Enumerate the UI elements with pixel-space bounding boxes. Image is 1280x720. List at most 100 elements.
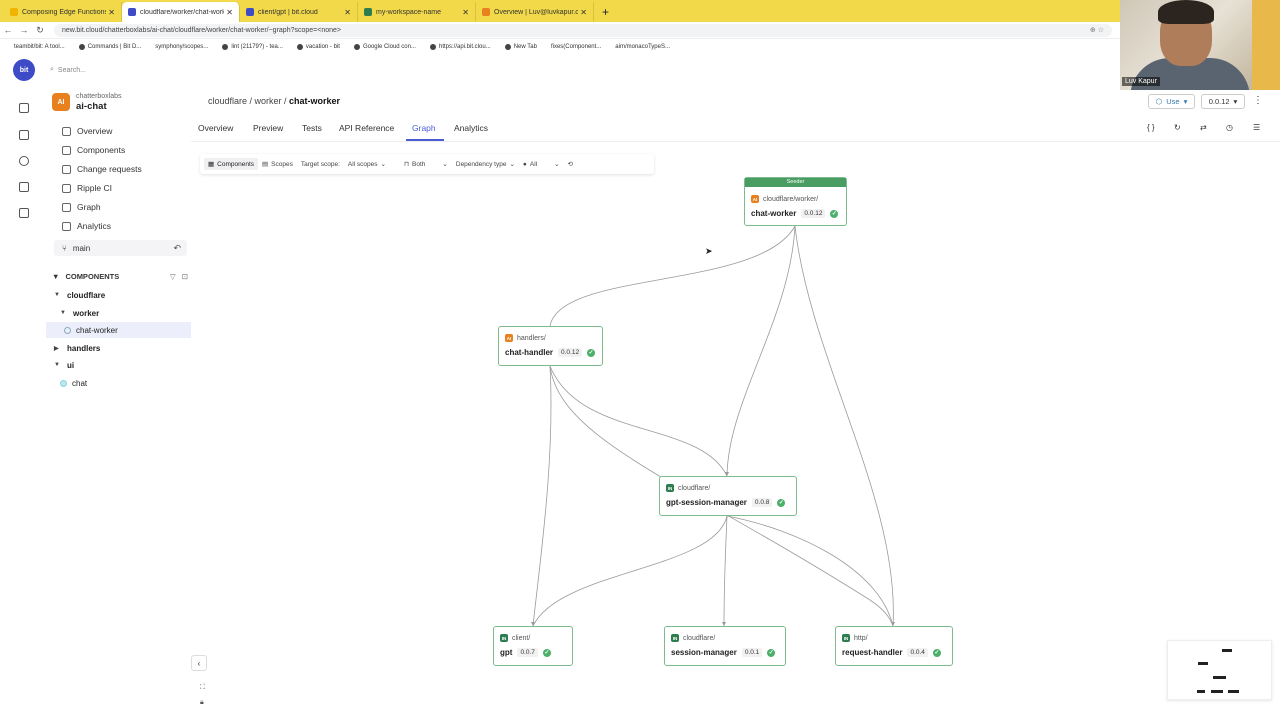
sidebar-item-change-requests[interactable]: Change requests: [62, 161, 142, 177]
refresh-icon[interactable]: ↻: [1174, 123, 1181, 132]
node-session-manager[interactable]: IN cloudflare/ session-manager 0.0.1 ✓: [664, 626, 786, 666]
tab-close-icon[interactable]: ✕: [462, 8, 469, 17]
scope-name[interactable]: ai-chat: [76, 101, 107, 112]
tab-analytics[interactable]: Analytics: [454, 123, 488, 133]
bookmark[interactable]: lint (21179?) - tea...: [222, 44, 283, 50]
bookmark[interactable]: symphony/scopes...: [155, 44, 208, 50]
chevron-down-icon[interactable]: ▼: [52, 272, 59, 281]
reset-graph-icon[interactable]: ⟲: [564, 158, 577, 170]
node-gpt-session-manager[interactable]: IN cloudflare/ gpt-session-manager 0.0.8 ✓: [659, 476, 797, 516]
lane-selector[interactable]: ⑂ main ↶: [54, 240, 187, 256]
search-box[interactable]: ⌕ Search...: [50, 62, 208, 78]
bookmark[interactable]: vacation - bit: [296, 44, 340, 50]
new-tab-button[interactable]: +: [594, 2, 617, 22]
back-icon[interactable]: ←: [0, 25, 16, 35]
url-actions-icon[interactable]: ⊕ ☆: [1090, 26, 1104, 34]
ai-env-icon: AI: [751, 195, 759, 203]
bookmark[interactable]: https://api.bit.clou...: [429, 44, 491, 50]
bookmark[interactable]: teambit/bit: A tool...: [14, 44, 65, 50]
settings-sliders-icon[interactable]: ☰: [1253, 123, 1260, 132]
tab-api-reference[interactable]: API Reference: [339, 123, 394, 133]
history-icon[interactable]: ◷: [1226, 123, 1233, 132]
minimap-node: [1213, 676, 1226, 679]
presenter-hair: [1158, 0, 1214, 24]
bit-logo-icon[interactable]: bit: [13, 59, 35, 81]
node-chat-worker[interactable]: Seeder AI cloudflare/worker/ chat-worker 0…: [744, 177, 847, 226]
chevron-down-icon: ⌄: [380, 161, 386, 168]
sidebar-item-analytics[interactable]: Analytics: [62, 218, 111, 234]
tab-graph[interactable]: Graph: [412, 123, 436, 133]
search-input[interactable]: Search...: [58, 67, 86, 74]
tree-item-worker[interactable]: ▼ worker: [60, 305, 99, 321]
sidebar-item-components[interactable]: Components: [62, 142, 125, 158]
dependency-type-select[interactable]: Dependency type ⌄: [452, 158, 519, 170]
undo-icon[interactable]: ↶: [173, 243, 181, 254]
use-button[interactable]: ⬡ Use ▾: [1148, 94, 1195, 109]
minimap-node: [1228, 690, 1239, 693]
node-chat-handler[interactable]: AI handlers/ chat-handler 0.0.12 ✓: [498, 326, 603, 366]
target-scope-select[interactable]: All scopes ⌄: [344, 158, 390, 170]
node-request-handler[interactable]: IN http/ request-handler 0.0.4 ✓: [835, 626, 953, 666]
tab-close-icon[interactable]: ✕: [580, 8, 587, 17]
check-icon: ✓: [767, 648, 776, 657]
direction-select[interactable]: ⊓ Both ⌄: [400, 158, 452, 170]
people-icon[interactable]: [19, 156, 29, 166]
reload-icon[interactable]: ↻: [32, 25, 48, 36]
bookmark-icon: [78, 44, 85, 50]
scope-owner[interactable]: chatterboxlabs: [76, 93, 122, 100]
fit-view-icon[interactable]: ⛶: [200, 684, 205, 692]
env-icon: IN: [666, 484, 674, 492]
lanes-icon[interactable]: [19, 208, 29, 218]
tree-item-chat-worker[interactable]: chat-worker: [46, 322, 191, 338]
forward-icon[interactable]: →: [16, 25, 32, 35]
building-icon[interactable]: [19, 182, 29, 192]
tab-close-icon[interactable]: ✕: [108, 8, 115, 17]
bookmark[interactable]: fixes(Component...: [551, 44, 601, 50]
stack-icon[interactable]: [19, 130, 29, 140]
grid-icon[interactable]: [19, 103, 29, 113]
browser-tab[interactable]: client/gpt | bit.cloud ✕: [240, 2, 358, 22]
components-view-button[interactable]: ▦ Components: [204, 158, 259, 170]
browser-tab[interactable]: my-workspace-name ✕: [358, 2, 476, 22]
tab-close-icon[interactable]: ✕: [226, 8, 233, 17]
filter-select[interactable]: ● All ⌄: [519, 158, 564, 170]
check-icon: ✓: [542, 648, 551, 657]
minimap-node: [1198, 662, 1208, 665]
browser-tab[interactable]: Composing Edge Functions w ✕: [4, 2, 122, 22]
bookmark[interactable]: New Tab: [504, 44, 537, 50]
sidebar-item-graph[interactable]: Graph: [62, 199, 101, 215]
tab-close-icon[interactable]: ✕: [344, 8, 351, 17]
collapse-sidebar-button[interactable]: ‹: [191, 655, 207, 671]
tree-item-chat[interactable]: chat: [60, 375, 87, 391]
browser-tab[interactable]: Overview | Luv@luvkapur.com✕: [476, 2, 594, 22]
tree-item-handlers[interactable]: ▶ handlers: [54, 340, 100, 356]
tab-tests[interactable]: Tests: [302, 123, 322, 133]
collapse-all-icon[interactable]: ⊡: [182, 272, 188, 281]
tree-item-ui[interactable]: ▼ ui: [54, 357, 74, 373]
bookmark[interactable]: Google Cloud con...: [353, 44, 416, 50]
presenter-name: Luv Kapur: [1122, 77, 1160, 86]
compare-icon[interactable]: ⇄: [1200, 123, 1207, 132]
url-field[interactable]: new.bit.cloud/chatterboxlabs/ai-chat/clo…: [54, 23, 1112, 37]
component-status-icon: [64, 326, 71, 334]
sidebar-item-overview[interactable]: Overview: [62, 123, 112, 139]
lock-icon[interactable]: 🔒︎: [200, 699, 204, 707]
bookmark[interactable]: Commands | Bit D...: [78, 44, 141, 50]
tab-preview[interactable]: Preview: [253, 123, 283, 133]
more-options-icon[interactable]: ⋮: [1253, 95, 1263, 106]
chevron-down-icon: ⌄: [554, 161, 560, 168]
filter-icon[interactable]: ▽: [170, 272, 176, 281]
search-icon: ⌕: [50, 66, 54, 73]
node-gpt[interactable]: IN client/ gpt 0.0.7 ✓: [493, 626, 573, 666]
chevron-down-icon: ▾: [1183, 97, 1188, 106]
sidebar-item-ripple-ci[interactable]: Ripple CI: [62, 180, 112, 196]
code-icon[interactable]: { }: [1147, 123, 1155, 132]
version-dropdown[interactable]: 0.0.12 ▾: [1201, 94, 1245, 109]
tab-favicon-icon: [128, 8, 136, 16]
browser-tab-active[interactable]: cloudflare/worker/chat-worke ✕: [122, 2, 240, 22]
bookmark[interactable]: aim/monacoTypeS...: [615, 44, 670, 50]
graph-minimap[interactable]: [1167, 640, 1272, 700]
tab-overview[interactable]: Overview: [198, 123, 233, 133]
scopes-view-button[interactable]: ▤ Scopes: [258, 158, 297, 170]
tree-item-cloudflare[interactable]: ▼ cloudflare: [54, 287, 105, 303]
